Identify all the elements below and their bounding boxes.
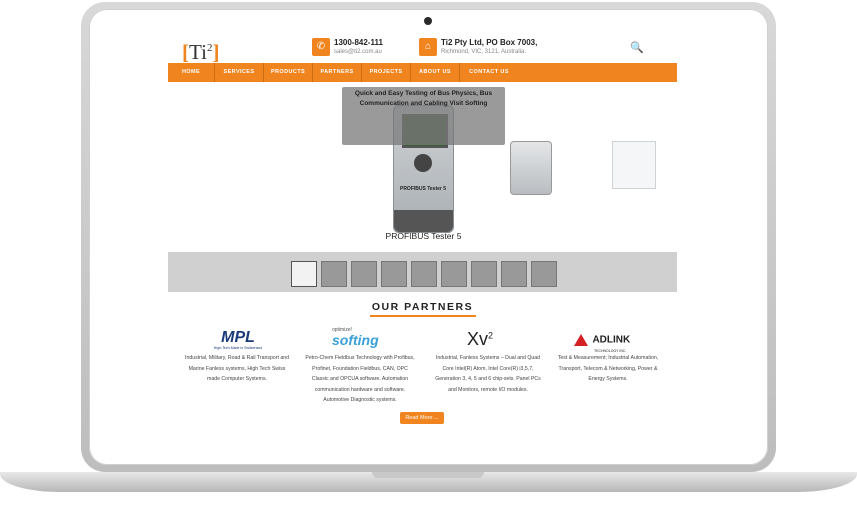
product-caption: PROFIBUS Tester 5 bbox=[385, 231, 462, 241]
partner-text-mpl: Industrial, Military, Road & Rail Transp… bbox=[185, 355, 289, 382]
logo-bracket-left: [ bbox=[182, 40, 189, 64]
io-module-image bbox=[510, 141, 552, 195]
header-address-line2: Richmond, VIC, 3121, Australia. bbox=[441, 49, 527, 55]
laptop-notch bbox=[372, 472, 484, 478]
mpl-logo-tagline: High-Tech-Made in Switzerland bbox=[213, 346, 263, 350]
device-label: PROFIBUS Tester 5 bbox=[399, 186, 447, 192]
header-email[interactable]: sales@ti2.com.au bbox=[334, 49, 382, 55]
search-icon[interactable]: 🔍 bbox=[630, 41, 644, 54]
network-hub-image bbox=[612, 141, 656, 189]
partners-heading-underline bbox=[370, 315, 476, 317]
partner-text-adlink: Test & Measurement; Industrial Automatio… bbox=[557, 355, 659, 382]
slider-thumbnail[interactable] bbox=[381, 261, 407, 287]
slider-thumbnail-strip bbox=[168, 252, 677, 292]
mpl-logo-text: MPL bbox=[221, 329, 255, 346]
nav-item-services[interactable]: SERVICES bbox=[215, 63, 264, 82]
nav-item-about-us[interactable]: ABOUT US bbox=[411, 63, 460, 82]
partner-logo-xv2[interactable]: Xv2 bbox=[467, 329, 507, 351]
slider-thumbnail[interactable] bbox=[471, 261, 497, 287]
camera-icon bbox=[424, 17, 432, 25]
site-logo[interactable]: [Ti2] bbox=[182, 37, 219, 63]
slider-thumbnail[interactable] bbox=[531, 261, 557, 287]
partner-text-xv2: Industrial, Fanless Systems – Dual and Q… bbox=[435, 355, 541, 393]
adlink-logo-text: ADLINK bbox=[592, 334, 631, 346]
xv2-logo-superscript: 2 bbox=[488, 330, 494, 341]
partner-logo-mpl[interactable]: MPL High-Tech-Made in Switzerland bbox=[208, 330, 268, 352]
slider-thumbnail[interactable] bbox=[441, 261, 467, 287]
website-screen: [Ti2] ✆ 1300-842-111 sales@ti2.com.au ⌂ … bbox=[112, 33, 745, 430]
read-more-button[interactable]: Read More ... bbox=[400, 412, 444, 424]
partner-text-softing: Petro-Chem Fieldbus Technology with Prof… bbox=[305, 355, 415, 403]
partner-logo-softing[interactable]: optimize! softing bbox=[332, 327, 396, 351]
adlink-triangle-icon bbox=[574, 333, 588, 346]
softing-logo-text: softing bbox=[332, 332, 379, 348]
partners-heading: OUR PARTNERS bbox=[371, 301, 474, 313]
nav-item-partners[interactable]: PARTNERS bbox=[313, 63, 362, 82]
xv2-logo-text: Xv bbox=[467, 329, 489, 349]
slider-thumbnail[interactable] bbox=[291, 261, 317, 287]
logo-text: Ti bbox=[189, 40, 207, 64]
nav-item-contact-us[interactable]: CONTACT US bbox=[460, 63, 518, 82]
nav-item-projects[interactable]: PROJECTS bbox=[362, 63, 411, 82]
slider-thumbnail[interactable] bbox=[411, 261, 437, 287]
device-bottom bbox=[394, 210, 453, 232]
home-icon: ⌂ bbox=[419, 38, 437, 56]
main-nav: HOME SERVICES PRODUCTS PARTNERS PROJECTS… bbox=[168, 63, 677, 82]
slider-thumbnail[interactable] bbox=[351, 261, 377, 287]
header-address-line1: Ti2 Pty Ltd, PO Box 7003, bbox=[441, 38, 538, 47]
slider-thumbnail[interactable] bbox=[501, 261, 527, 287]
logo-bracket-right: ] bbox=[212, 40, 220, 64]
phone-icon: ✆ bbox=[312, 38, 330, 56]
header-phone[interactable]: 1300-842-111 bbox=[334, 38, 383, 47]
partner-logo-adlink[interactable]: ADLINK TECHNOLOGY INC. bbox=[574, 331, 644, 353]
device-knob bbox=[414, 154, 432, 172]
nav-item-home[interactable]: HOME bbox=[168, 63, 215, 82]
slider-thumbnail[interactable] bbox=[321, 261, 347, 287]
nav-item-products[interactable]: PRODUCTS bbox=[264, 63, 313, 82]
slider-caption-overlay[interactable]: Quick and Easy Testing of Bus Physics, B… bbox=[342, 87, 505, 145]
